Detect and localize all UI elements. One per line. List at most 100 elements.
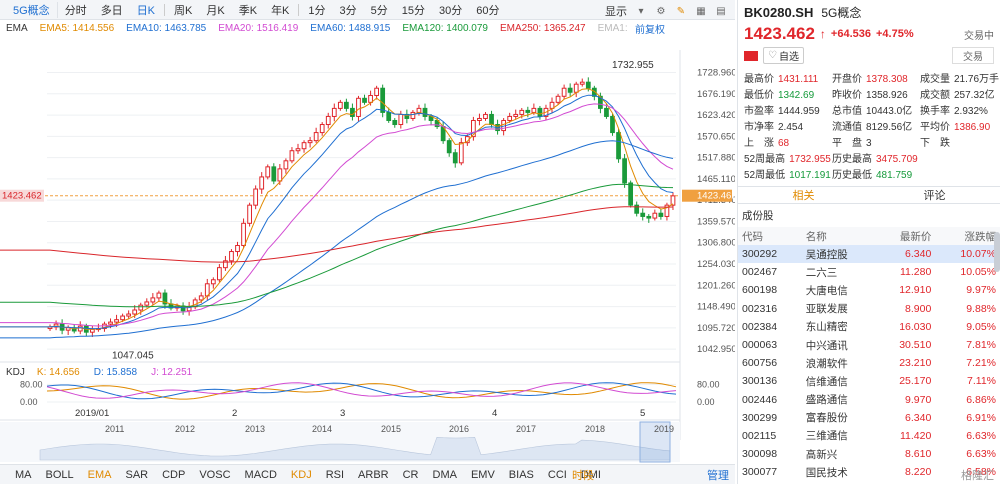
stat-item: 平均价 1386.90 bbox=[920, 118, 1000, 133]
price-tick-label: 1676.190 bbox=[697, 89, 735, 100]
indicator-tab[interactable]: VOSC bbox=[192, 469, 237, 481]
table-row[interactable]: 002316 亚联发展 8.900 9.88% bbox=[738, 300, 1000, 318]
indicator-tab[interactable]: RSI bbox=[319, 469, 351, 481]
tab-5g-concept[interactable]: 5G概念 bbox=[6, 1, 58, 18]
indicator-tab[interactable]: MACD bbox=[238, 469, 284, 481]
indicator-tab[interactable]: BOLL bbox=[39, 469, 81, 481]
scrollbar[interactable] bbox=[994, 232, 1000, 272]
quote-panel: BK0280.SH 5G概念 1423.462 ↑ +64.536 +4.75%… bbox=[737, 0, 1000, 484]
overview-year-label: 2019 bbox=[654, 424, 674, 434]
display-menu[interactable]: 显示 bbox=[605, 3, 627, 19]
col-code[interactable]: 代码 bbox=[738, 227, 802, 245]
candle-body bbox=[573, 83, 579, 93]
indicator-tab[interactable]: KDJ bbox=[284, 469, 319, 481]
table-row[interactable]: 300136 信维通信 25.170 7.11% bbox=[738, 372, 1000, 390]
trade-button[interactable]: 交易 bbox=[952, 47, 994, 64]
col-price[interactable]: 最新价 bbox=[875, 227, 936, 245]
candle-body bbox=[356, 97, 361, 117]
overview-year-label: 2011 bbox=[105, 424, 124, 434]
table-row[interactable]: 600198 大唐电信 12.910 9.97% bbox=[738, 281, 1000, 299]
manage-button[interactable]: 管理 bbox=[700, 467, 736, 483]
indicator-tab[interactable]: DMA bbox=[426, 469, 464, 481]
table-row[interactable]: 300292 吴通控股 6.340 10.07% bbox=[738, 245, 1000, 264]
period-tab[interactable]: 分时 bbox=[58, 2, 94, 18]
cell-price: 12.910 bbox=[899, 284, 932, 297]
more-icon[interactable]: ▤ bbox=[715, 5, 727, 17]
stat-label: 总市值 bbox=[832, 106, 862, 117]
candle-body bbox=[458, 142, 464, 164]
stat-item: 平 盘 3 bbox=[832, 134, 920, 149]
candle-body bbox=[537, 107, 543, 117]
kdj-line bbox=[46, 382, 677, 400]
overview-year-label: 2017 bbox=[516, 424, 536, 434]
settings-icon[interactable]: ⚙ bbox=[655, 5, 667, 17]
period-tab[interactable]: 日K bbox=[130, 2, 162, 18]
table-row[interactable]: 002115 三维通信 11.420 6.63% bbox=[738, 427, 1000, 445]
period-button[interactable]: 时段 bbox=[565, 467, 601, 483]
cell-code: 000063 bbox=[742, 339, 778, 352]
candle-body bbox=[229, 251, 234, 262]
candle-body bbox=[156, 292, 162, 299]
indicator-tab[interactable]: EMV bbox=[464, 469, 502, 481]
table-row[interactable]: 002384 东山精密 16.030 9.05% bbox=[738, 318, 1000, 336]
chevron-down-icon[interactable]: ▾ bbox=[635, 5, 647, 17]
table-row[interactable]: 002467 二六三 11.280 10.05% bbox=[738, 263, 1000, 281]
grid-icon[interactable]: ▦ bbox=[695, 5, 707, 17]
indicator-tab[interactable]: ARBR bbox=[351, 469, 396, 481]
period-tab[interactable]: 月K bbox=[199, 2, 231, 18]
watchlist-label: 自选 bbox=[778, 52, 799, 63]
col-name[interactable]: 名称 bbox=[801, 227, 876, 245]
candle-body bbox=[150, 297, 156, 303]
cell-name: 高新兴 bbox=[805, 448, 838, 461]
indicator-tab[interactable]: EMA bbox=[81, 469, 119, 481]
candle-body bbox=[585, 81, 591, 89]
table-row[interactable]: 300098 高新兴 8.610 6.63% bbox=[738, 445, 1000, 463]
watchlist-button[interactable]: ♡ 自选 bbox=[763, 47, 804, 64]
period-tab[interactable]: 60分 bbox=[469, 2, 506, 18]
candle-body bbox=[525, 109, 531, 113]
period-tab[interactable]: 年K bbox=[264, 2, 296, 18]
cell-code: 600198 bbox=[742, 284, 778, 297]
table-row[interactable]: 002446 盛路通信 9.970 6.86% bbox=[738, 391, 1000, 409]
period-tab[interactable]: 1分 bbox=[301, 2, 332, 18]
tab-related[interactable]: 相关 bbox=[738, 187, 869, 203]
toolbar-divider bbox=[298, 3, 300, 16]
candle-body bbox=[313, 132, 319, 142]
candle-body bbox=[216, 267, 222, 281]
edit-icon[interactable]: ✎ bbox=[675, 5, 687, 17]
candle-body bbox=[144, 301, 150, 306]
table-row[interactable]: 600756 浪潮软件 23.210 7.21% bbox=[738, 354, 1000, 372]
low-price-label: 1047.045 bbox=[112, 350, 154, 361]
table-row[interactable]: 000063 中兴通讯 30.510 7.81% bbox=[738, 336, 1000, 354]
period-tab[interactable]: 季K bbox=[232, 2, 264, 18]
stat-label: 历史最低 bbox=[832, 170, 872, 181]
candlestick-chart: 1728.960 1676.190 1623.420 1570.650 1517.880… bbox=[0, 50, 735, 463]
tab-comments[interactable]: 评论 bbox=[869, 187, 1000, 203]
period-tab[interactable]: 30分 bbox=[432, 2, 469, 18]
period-tab[interactable]: 周K bbox=[167, 2, 199, 18]
cell-name: 东山精密 bbox=[805, 321, 848, 334]
indicator-tab[interactable]: BIAS bbox=[502, 469, 541, 481]
indicator-tab[interactable]: MA bbox=[8, 469, 39, 481]
period-tab[interactable]: 5分 bbox=[364, 2, 395, 18]
stat-value: 1017.191 bbox=[789, 170, 831, 181]
period-tab[interactable]: 15分 bbox=[395, 2, 432, 18]
table-row[interactable]: 300299 富春股份 6.340 6.91% bbox=[738, 409, 1000, 427]
stat-item: 历史最低 481.759 bbox=[832, 166, 920, 181]
indicator-tab[interactable]: SAR bbox=[118, 469, 155, 481]
stat-value: 2.932% bbox=[954, 106, 988, 117]
overview-year-label: 2012 bbox=[175, 424, 195, 434]
col-pct[interactable]: 涨跌幅 bbox=[935, 227, 1000, 245]
kdj-legend-item: J: 12.251 bbox=[151, 366, 193, 378]
x-axis-label: 2019/01 bbox=[75, 408, 109, 419]
indicator-tab[interactable]: CDP bbox=[155, 469, 192, 481]
kline-chart-area[interactable]: EMA EMA5: 1414.556 EMA10: 1463.785 EMA20: … bbox=[0, 20, 735, 464]
candle-body bbox=[138, 304, 144, 311]
cell-name: 盛路通信 bbox=[805, 394, 848, 407]
indicator-tab[interactable]: CR bbox=[396, 469, 426, 481]
stat-item: 最低价 1342.69 bbox=[744, 86, 832, 101]
stat-value: 1444.959 bbox=[778, 106, 820, 117]
period-tab[interactable]: 3分 bbox=[333, 2, 364, 18]
period-tab[interactable]: 多日 bbox=[94, 2, 130, 18]
stat-value: 1732.955 bbox=[789, 154, 831, 165]
